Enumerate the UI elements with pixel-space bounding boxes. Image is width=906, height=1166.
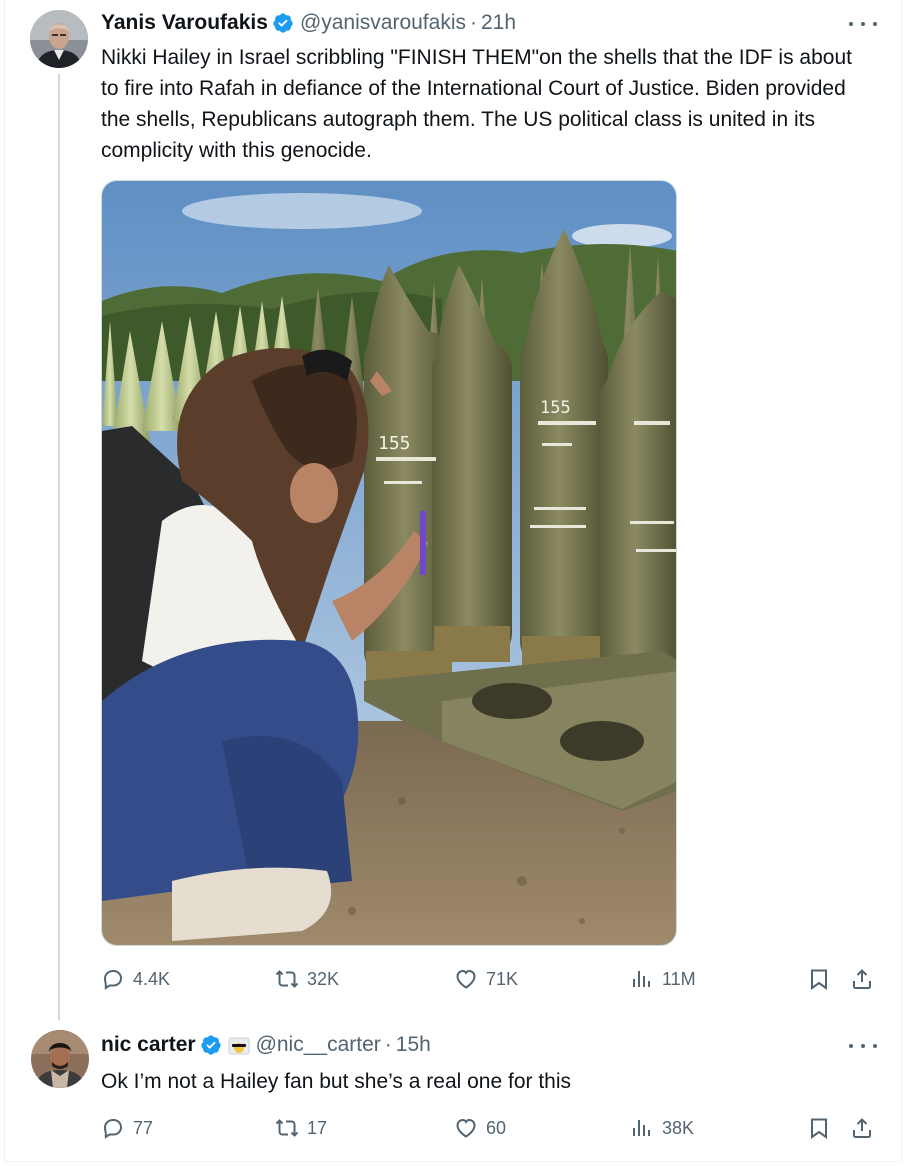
views-chart-icon xyxy=(633,971,650,987)
retweet-button[interactable]: 17 xyxy=(275,1116,327,1140)
views-button[interactable]: 11M xyxy=(630,967,696,991)
bookmark-icon xyxy=(811,1118,827,1139)
verified-badge-icon xyxy=(200,1034,222,1056)
view-count: 11M xyxy=(662,969,696,989)
tweet1-timestamp[interactable]: 21h xyxy=(481,10,516,36)
author-avatar-nic[interactable] xyxy=(31,1030,89,1088)
bookmark-button[interactable] xyxy=(807,967,839,991)
reply-count: 4.4K xyxy=(133,969,171,989)
reply-button[interactable]: 4.4K xyxy=(101,967,170,991)
view-count: 38K xyxy=(662,1118,695,1138)
retweet-icon xyxy=(275,1119,299,1137)
share-icon xyxy=(853,1118,871,1138)
tweet2-timestamp[interactable]: 15h xyxy=(396,1032,431,1058)
separator-dot: · xyxy=(384,1033,392,1056)
author-avatar-yanis[interactable] xyxy=(30,10,88,68)
like-button[interactable]: 60 xyxy=(454,1116,506,1140)
heart-icon xyxy=(456,969,476,989)
share-button[interactable] xyxy=(850,1116,882,1140)
like-count: 71K xyxy=(486,969,519,989)
thread-connector-line xyxy=(58,74,60,1020)
tweet2-author-name[interactable]: nic carter xyxy=(101,1032,196,1058)
shell-marking: 155 xyxy=(540,398,571,418)
reply-icon xyxy=(103,1119,123,1139)
bookmark-button[interactable] xyxy=(807,1116,839,1140)
sunglasses-badge-icon xyxy=(228,1036,250,1055)
retweet-count: 17 xyxy=(307,1118,328,1138)
reply-count: 77 xyxy=(133,1118,154,1138)
views-chart-icon xyxy=(633,1120,650,1136)
tweet1-text: Nikki Hailey in Israel scribbling "FINIS… xyxy=(101,46,852,162)
tweet1-photo[interactable]: 155 155 xyxy=(101,180,677,946)
heart-icon xyxy=(456,1118,476,1138)
tweet2-actions: 77 17 60 38K xyxy=(101,1116,881,1146)
shell-marking: 155 xyxy=(378,433,411,454)
more-options-icon[interactable] xyxy=(849,1036,877,1056)
separator-dot: · xyxy=(470,11,477,34)
tweet1-actions: 4.4K 32K 71K 11M xyxy=(101,967,881,997)
share-button[interactable] xyxy=(850,967,882,991)
tweet2-handle[interactable]: @nic__carter xyxy=(256,1032,381,1058)
tweet2-text: Ok I’m not a Hailey fan but she’s a real… xyxy=(101,1070,572,1093)
reply-button[interactable]: 77 xyxy=(101,1116,153,1140)
reply-icon xyxy=(103,970,123,990)
retweet-icon xyxy=(275,970,299,988)
like-button[interactable]: 71K xyxy=(454,967,518,991)
tweet1-handle[interactable]: @yanisvaroufakis xyxy=(300,10,466,36)
tweet1-header: Yanis Varoufakis @yanisvaroufakis · 21h xyxy=(101,10,516,36)
like-count: 60 xyxy=(486,1118,507,1138)
bookmark-icon xyxy=(811,969,827,990)
views-button[interactable]: 38K xyxy=(630,1116,694,1140)
share-icon xyxy=(853,969,871,989)
tweet1-author-name[interactable]: Yanis Varoufakis xyxy=(101,10,268,36)
more-options-icon[interactable] xyxy=(849,14,877,34)
tweet2-header: nic carter @nic__carter · 15h xyxy=(101,1032,431,1058)
retweet-count: 32K xyxy=(307,969,340,989)
retweet-button[interactable]: 32K xyxy=(275,967,339,991)
verified-badge-icon xyxy=(272,12,294,34)
